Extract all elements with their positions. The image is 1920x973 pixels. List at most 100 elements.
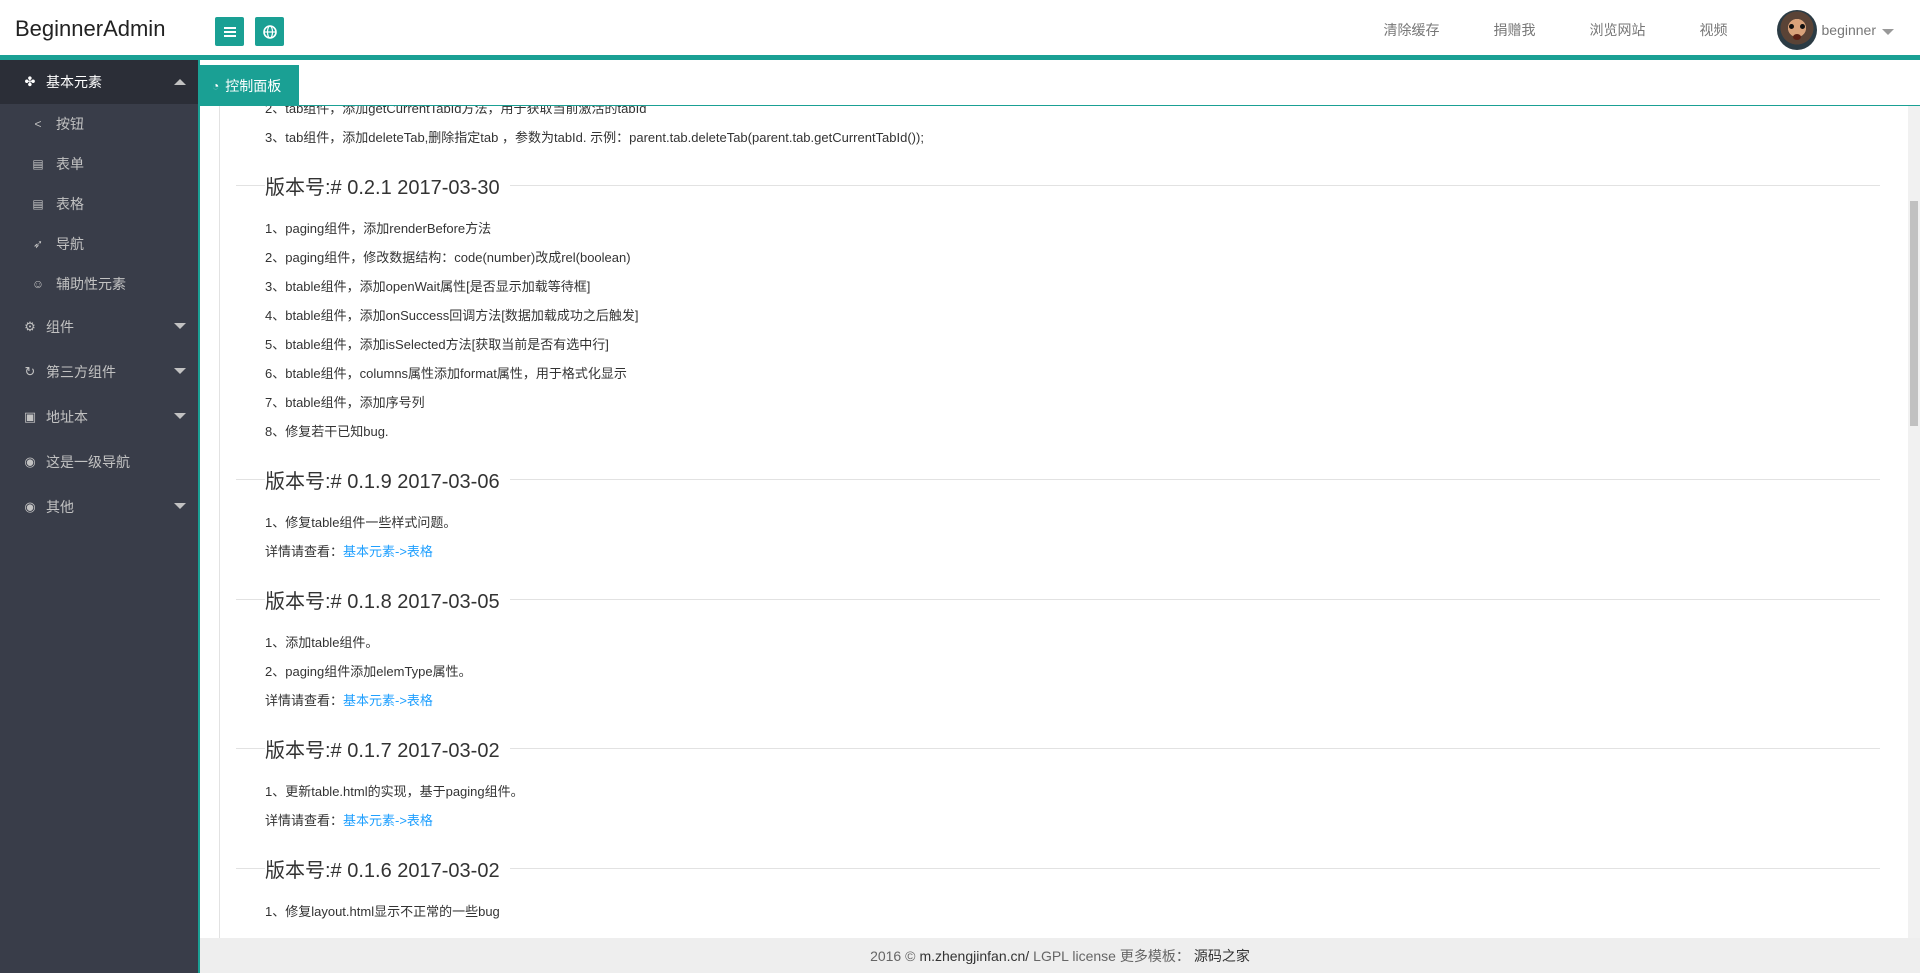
gears-icon: ⚙ (24, 318, 36, 334)
changelog-line: 1、修复table组件一些样式问题。 (265, 515, 457, 530)
version-heading: 版本号:# 0.1.6 2017-03-02 (220, 835, 1880, 897)
sidebar-item-tables[interactable]: ▤ 表格 (0, 184, 198, 224)
version-heading: 版本号:# 0.1.9 2017-03-06 (220, 446, 1880, 508)
sidebar-group-address-book[interactable]: ▣ 地址本 (0, 394, 198, 439)
circle-icon: ◉ (24, 453, 36, 469)
share-icon: < (34, 117, 42, 131)
changelog-line: 2、paging组件添加elemType属性。 (265, 664, 472, 679)
chevron-down-icon (174, 503, 186, 509)
changelog-line: 1、修复layout.html显示不正常的一些bug (265, 904, 500, 919)
version-title: 版本号:# 0.1.9 2017-03-06 (265, 465, 510, 494)
sidebar-group-label: 地址本 (46, 408, 88, 425)
user-name: beginner (1821, 22, 1877, 38)
tab-dashboard[interactable]: ◔ 控制面板 (200, 65, 299, 106)
version-title: 版本号:# 0.1.6 2017-03-02 (265, 854, 510, 883)
table-icon: ▤ (32, 197, 44, 211)
form-icon: ▤ (32, 157, 44, 171)
globe-icon (262, 24, 277, 39)
version-heading: 版本号:# 0.1.7 2017-03-02 (220, 715, 1880, 777)
app-logo[interactable]: BeginnerAdmin (15, 16, 165, 42)
sidebar-item-navigation[interactable]: ➶ 导航 (0, 224, 198, 264)
sidebar-group-label: 基本元素 (46, 74, 102, 90)
globe-button[interactable] (255, 17, 284, 46)
chevron-up-icon (174, 79, 186, 85)
sidebar-item-label: 表格 (56, 196, 84, 212)
menu-toggle-button[interactable] (215, 17, 244, 46)
changelog-line: 5、btable组件，添加isSelected方法[获取当前是否有选中行] (265, 337, 609, 352)
sidebar-item-label: 按钮 (56, 116, 84, 132)
scrollbar[interactable] (1908, 106, 1920, 938)
version-heading: 版本号:# 0.1.8 2017-03-05 (220, 566, 1880, 628)
chevron-down-icon (174, 368, 186, 374)
footer-more-label: 更多模板： (1119, 947, 1190, 964)
cubes-icon: ✤ (24, 74, 36, 89)
changelog-line: 1、paging组件，添加renderBefore方法 (265, 221, 492, 236)
changelog-line: 2、paging组件，修改数据结构：code(number)改成rel(bool… (265, 250, 631, 265)
sidebar-item-auxiliary[interactable]: ☺ 辅助性元素 (0, 264, 198, 304)
changelog: 2、tab组件，添加getCurrentTabId方法，用于获取当前激活的tab… (220, 106, 1880, 926)
clear-cache-link[interactable]: 清除缓存 (1357, 20, 1467, 40)
sidebar-item-label: 辅助性元素 (56, 276, 126, 292)
scrollbar-thumb[interactable] (1910, 201, 1918, 426)
footer-copyright: 2016 © (870, 947, 916, 964)
donate-link[interactable]: 捐赠我 (1467, 20, 1563, 40)
tab-bar: ◔ 控制面板 (200, 65, 1920, 106)
footer-source-link[interactable]: 源码之家 (1194, 946, 1250, 966)
detail-line: 详情请查看：基本元素->表格 (265, 537, 1880, 566)
sidebar-item-label: 导航 (56, 236, 84, 252)
changelog-line: 2、tab组件，添加getCurrentTabId方法，用于获取当前激活的tab… (265, 106, 647, 116)
video-link[interactable]: 视频 (1673, 20, 1755, 40)
refresh-icon: ↻ (24, 363, 36, 379)
sidebar-group-label: 这是一级导航 (46, 453, 130, 470)
detail-link[interactable]: 基本元素->表格 (343, 693, 433, 708)
menu-icon (223, 26, 236, 37)
detail-prefix: 详情请查看： (265, 544, 344, 559)
changelog-line: 8、修复若干已知bug. (265, 424, 389, 439)
changelog-line: 3、btable组件，添加openWait属性[是否显示加载等待框] (265, 279, 591, 294)
sidebar-group-label: 第三方组件 (46, 363, 116, 380)
browse-site-link[interactable]: 浏览网站 (1563, 20, 1673, 40)
top-nav: 清除缓存 捐赠我 浏览网站 视频 beginner (1357, 0, 1920, 60)
sidebar-group-basic-elements[interactable]: ✤ 基本元素 (0, 60, 198, 104)
chevron-down-icon (174, 323, 186, 329)
address-book-icon: ▣ (23, 408, 37, 424)
detail-prefix: 详情请查看： (265, 813, 344, 828)
sidebar-group-components[interactable]: ⚙ 组件 (0, 304, 198, 349)
detail-link[interactable]: 基本元素->表格 (343, 813, 433, 828)
main-content: 2、tab组件，添加getCurrentTabId方法，用于获取当前激活的tab… (219, 106, 1900, 938)
sidebar-group-other[interactable]: ◉ 其他 (0, 484, 198, 529)
sidebar-group-label: 组件 (46, 318, 74, 335)
sidebar-group-label: 其他 (46, 498, 74, 515)
version-title: 版本号:# 0.1.7 2017-03-02 (265, 734, 510, 763)
changelog-line: 6、btable组件，columns属性添加format属性，用于格式化显示 (265, 366, 627, 381)
footer-license: LGPL license (1033, 947, 1116, 964)
top-header: BeginnerAdmin 清除缓存 捐赠我 浏览网站 视频 beginner (0, 0, 1920, 60)
tab-label: 控制面板 (225, 77, 282, 94)
changelog-line: 1、添加table组件。 (265, 635, 379, 650)
detail-line: 详情请查看：基本元素->表格 (265, 686, 1880, 715)
version-title: 版本号:# 0.2.1 2017-03-30 (265, 171, 510, 200)
dashboard-icon: ◔ (212, 78, 220, 93)
sidebar-group-third-party[interactable]: ↻ 第三方组件 (0, 349, 198, 394)
changelog-line: 3、tab组件，添加deleteTab,删除指定tab ，参数为tabId. 示… (265, 130, 924, 145)
sidebar-item-forms[interactable]: ▤ 表单 (0, 144, 198, 184)
sidebar-item-buttons[interactable]: < 按钮 (0, 104, 198, 144)
chevron-down-icon (174, 413, 186, 419)
detail-link[interactable]: 基本元素->表格 (343, 544, 433, 559)
user-menu[interactable]: beginner (1755, 10, 1920, 50)
version-title: 版本号:# 0.1.8 2017-03-05 (265, 585, 510, 614)
sidebar: ✤ 基本元素 < 按钮 ▤ 表单 ▤ 表格 ➶ 导航 ☺ 辅助性元素 ⚙ 组件 … (0, 60, 200, 973)
chevron-down-icon (1882, 29, 1894, 35)
detail-prefix: 详情请查看： (265, 693, 344, 708)
footer: 2016 © m.zhengjinfan.cn/ LGPL license 更多… (200, 938, 1920, 973)
sidebar-item-label: 表单 (56, 156, 84, 172)
smile-icon: ☺ (31, 277, 45, 291)
detail-line: 详情请查看：基本元素->表格 (265, 806, 1880, 835)
sidebar-item-first-level[interactable]: ◉ 这是一级导航 (0, 439, 198, 484)
navigation-icon: ➶ (32, 237, 44, 251)
avatar (1776, 10, 1817, 50)
footer-site-link[interactable]: m.zhengjinfan.cn/ (919, 948, 1029, 964)
version-heading: 版本号:# 0.2.1 2017-03-30 (220, 152, 1880, 214)
changelog-line: 7、btable组件，添加序号列 (265, 395, 425, 410)
circle-icon: ◉ (24, 498, 36, 514)
